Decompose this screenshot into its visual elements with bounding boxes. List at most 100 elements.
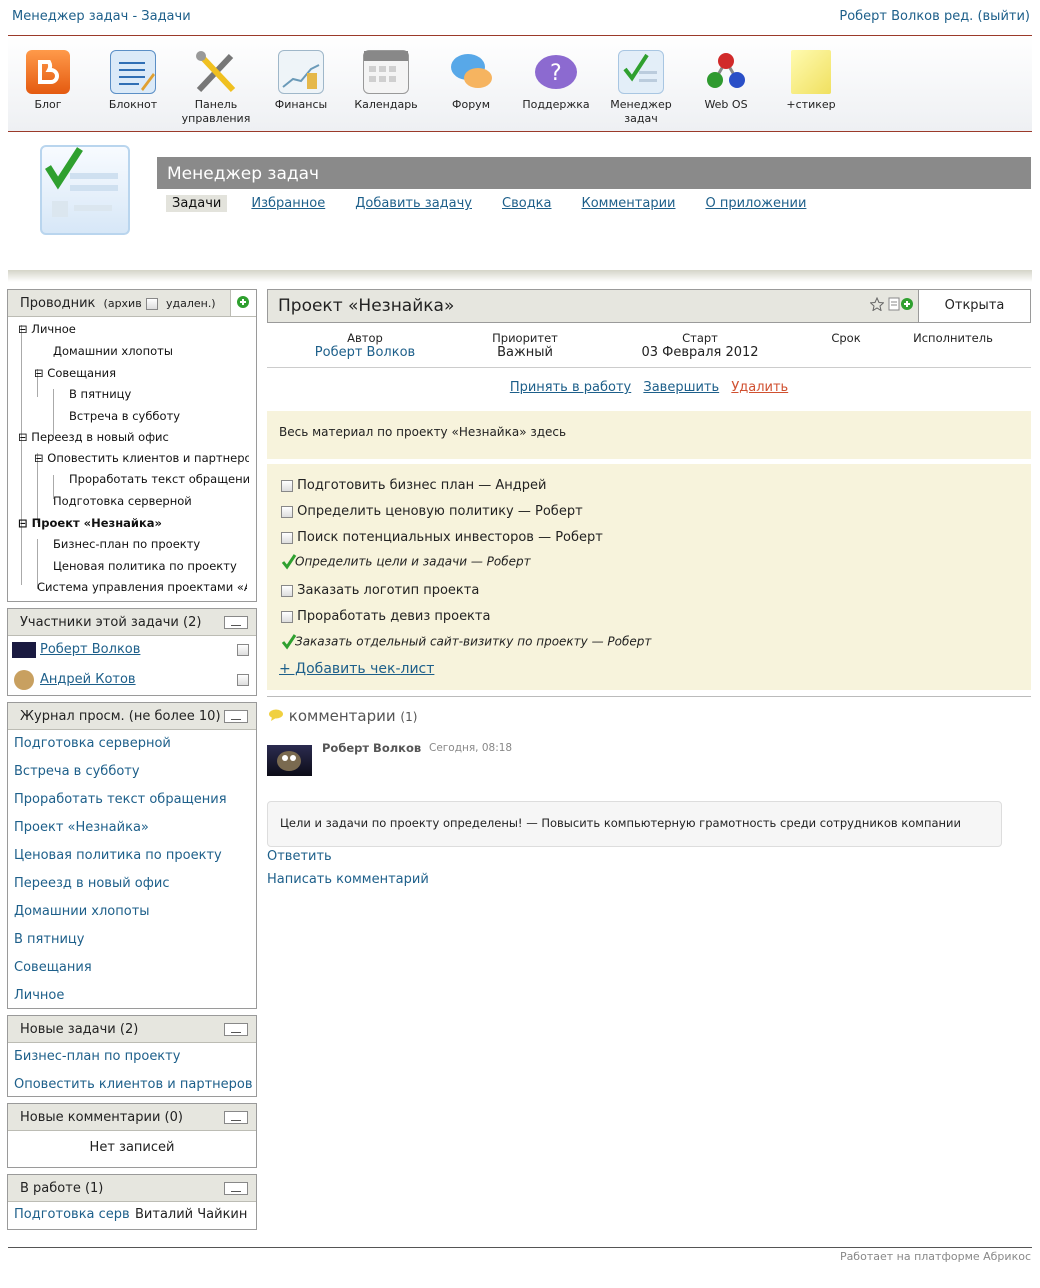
history-item[interactable]: Встреча в субботу (8, 758, 256, 786)
participant-checkbox[interactable] (237, 674, 249, 686)
sub-navigation: Задачи Избранное Добавить задачу Сводка Комм… (166, 195, 830, 215)
minimize-button[interactable] (224, 1023, 248, 1036)
participant-checkbox[interactable] (237, 644, 249, 656)
nav-tab-summary[interactable]: Сводка (496, 195, 558, 212)
tree-item-meetings[interactable]: ⊟ Совещания (34, 363, 116, 385)
add-checklist-link[interactable]: + Добавить чек-лист (279, 661, 434, 677)
view-history-panel: Журнал просм. (не более 10) Подготовка с… (7, 702, 257, 1009)
participant-link[interactable]: Андрей Котов (40, 672, 136, 687)
page-title: Менеджер задач (157, 157, 1031, 189)
tree-item-notify[interactable]: ⊟ Оповестить клиентов и партнеров (34, 448, 249, 470)
app-control-panel[interactable]: Панель управления (176, 50, 256, 126)
task-manager-icon (618, 50, 664, 94)
star-icon[interactable] (869, 296, 885, 315)
app-calendar[interactable]: Календарь (346, 50, 426, 112)
tree-item[interactable]: Ценовая политика по проекту (53, 556, 237, 578)
app-blog[interactable]: Блог (8, 50, 88, 112)
app-launcher: Блог Блокнот Панель управления Финансы К… (8, 36, 1032, 131)
tree-item[interactable]: В пятницу (69, 384, 131, 406)
nav-tab-add-task[interactable]: Добавить задачу (349, 195, 478, 212)
write-comment-link[interactable]: Написать комментарий (267, 872, 429, 887)
new-comments-header: Новые комментарии (0) (8, 1104, 256, 1131)
minimize-button[interactable] (224, 1182, 248, 1195)
accept-button[interactable]: Принять в работу (510, 380, 631, 395)
history-item[interactable]: В пятницу (8, 926, 256, 954)
history-item[interactable]: Переезд в новый офис (8, 870, 256, 898)
tree-item-personal[interactable]: ⊟ Личное (18, 319, 76, 341)
minimize-button[interactable] (224, 616, 248, 629)
history-item[interactable]: Совещания (8, 954, 256, 982)
new-comments-count: (0) (164, 1110, 183, 1125)
app-title-link[interactable]: Менеджер задач - Задачи (12, 9, 191, 24)
svg-text:?: ? (550, 61, 562, 86)
checklist-item: Определить ценовую политику — Роберт (281, 504, 583, 519)
nav-tab-favorites[interactable]: Избранное (245, 195, 331, 212)
history-item[interactable]: Личное (8, 982, 256, 1010)
add-icon[interactable] (900, 297, 914, 315)
logout-link[interactable]: (выйти) (977, 9, 1030, 24)
app-notepad[interactable]: Блокнот (93, 50, 173, 112)
history-item[interactable]: Подготовка серверной (8, 730, 256, 758)
app-webos[interactable]: Web OS (686, 50, 766, 112)
checklist-checkbox[interactable] (281, 531, 293, 544)
checkmark-icon[interactable] (281, 554, 297, 570)
tree-item[interactable]: Бизнес-план по проекту (53, 534, 200, 556)
app-sticker[interactable]: +стикер (771, 50, 851, 112)
comment-bubble-icon (268, 707, 284, 725)
in-work-task-link[interactable]: Подготовка серверной (14, 1207, 130, 1222)
delete-button[interactable]: Удалить (731, 380, 788, 395)
avatar (14, 670, 34, 690)
edit-profile-link[interactable]: ред. (944, 9, 973, 24)
document-icon[interactable] (888, 297, 900, 315)
app-finance[interactable]: Финансы (261, 50, 341, 112)
nav-tab-comments[interactable]: Комментарии (576, 195, 682, 212)
archive-checkbox[interactable] (145, 297, 158, 310)
checklist-checkbox[interactable] (281, 584, 293, 597)
app-label: Менеджер задач (610, 98, 672, 125)
start-label: Старт (682, 331, 718, 345)
author-link[interactable]: Роберт Волков (310, 345, 420, 360)
tree-item-current-project[interactable]: ⊟ Проект «Незнайка» (18, 513, 162, 535)
tree-item-office-move[interactable]: ⊟ Переезд в новый офис (18, 427, 169, 449)
history-item[interactable]: Домашнии хлопоты (8, 898, 256, 926)
nav-tab-tasks[interactable]: Задачи (166, 195, 228, 212)
top-bar: Менеджер задач - Задачи Роберт Волков ре… (0, 0, 1040, 34)
avatar (12, 642, 36, 658)
divider (267, 696, 1031, 697)
comment-timestamp: Сегодня, 08:18 (429, 742, 513, 754)
nav-tab-about[interactable]: О приложении (699, 195, 812, 212)
app-forum[interactable]: Форум (431, 50, 511, 112)
minimize-button[interactable] (224, 1111, 248, 1124)
app-support[interactable]: ? Поддержка (516, 50, 596, 112)
checklist-checkbox[interactable] (281, 610, 293, 623)
support-icon: ? (533, 50, 579, 94)
history-item[interactable]: Проект «Незнайка» (8, 814, 256, 842)
checkmark-icon[interactable] (281, 634, 297, 650)
new-task-item[interactable]: Бизнес-план по проекту (8, 1043, 256, 1071)
new-tasks-list: Бизнес-план по проекту Оповестить клиент… (8, 1043, 256, 1099)
history-item[interactable]: Ценовая политика по проекту (8, 842, 256, 870)
tree-item[interactable]: Встреча в субботу (69, 406, 180, 428)
in-work-panel: В работе (1) Подготовка серверной Витали… (7, 1174, 257, 1230)
participants-title: Участники этой задачи (20, 615, 179, 630)
app-label: +стикер (786, 98, 836, 111)
reply-link[interactable]: Ответить (267, 849, 332, 864)
app-task-manager[interactable]: Менеджер задач (601, 50, 681, 126)
tree-item[interactable]: Проработать текст обращения (69, 469, 249, 491)
apps-divider (8, 131, 1032, 132)
user-name-link[interactable]: Роберт Волков (839, 9, 939, 24)
checklist-checkbox[interactable] (281, 479, 293, 492)
tree-item[interactable]: Подготовка серверной (53, 491, 192, 513)
divider (267, 367, 1031, 368)
tree-item[interactable]: Домашнии хлопоты (53, 341, 173, 363)
add-folder-button[interactable] (230, 290, 256, 316)
new-task-item[interactable]: Оповестить клиентов и партнеров о переез… (8, 1071, 256, 1099)
complete-button[interactable]: Завершить (643, 380, 719, 395)
tree-item[interactable]: Система управления проектами «Абрикос» (37, 577, 247, 595)
checklist-item: Проработать девиз проекта (281, 609, 490, 624)
minimize-button[interactable] (224, 710, 248, 723)
history-item[interactable]: Проработать текст обращения (8, 786, 256, 814)
participant-link[interactable]: Роберт Волков (40, 642, 140, 657)
checklist-checkbox[interactable] (281, 505, 293, 518)
explorer-header: Проводник (архив удален.) (8, 290, 256, 317)
